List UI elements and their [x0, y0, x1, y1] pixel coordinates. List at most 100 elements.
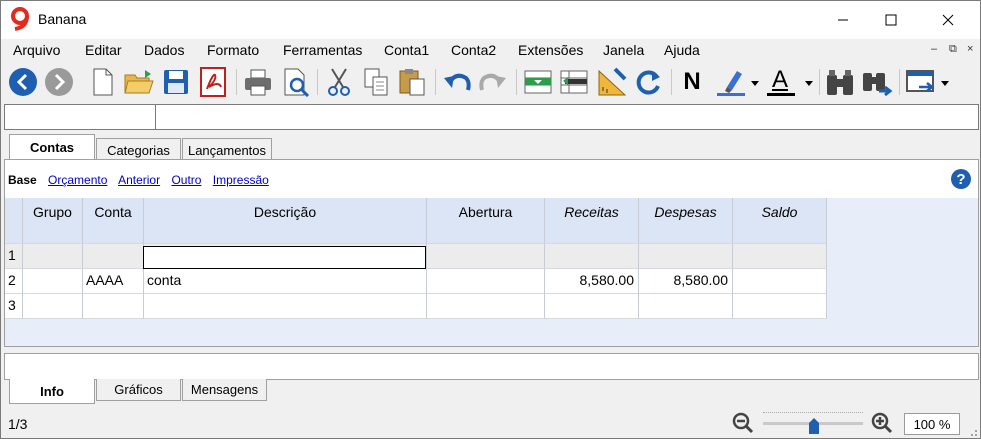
selected-cell-cursor[interactable] — [143, 246, 426, 269]
tab-mensagens[interactable]: Mensagens — [182, 379, 267, 401]
cell-saldo[interactable] — [733, 294, 827, 319]
find-button[interactable] — [823, 65, 857, 99]
highlight-icon — [717, 71, 759, 96]
font-color-button[interactable]: A — [765, 65, 815, 99]
back-button[interactable] — [6, 65, 40, 99]
find-replace-icon — [863, 73, 893, 97]
cell-grupo[interactable] — [23, 244, 83, 269]
zoom-value-field[interactable]: 100 % — [904, 413, 960, 435]
find-replace-button[interactable] — [861, 65, 895, 99]
save-button[interactable] — [159, 65, 193, 99]
cell-receitas[interactable] — [545, 294, 639, 319]
pdf-button[interactable] — [196, 65, 230, 99]
highlight-button[interactable] — [713, 65, 761, 99]
menu-dados[interactable]: Dados — [144, 42, 184, 58]
svg-text:?: ? — [956, 171, 965, 188]
toolbar-separator — [236, 69, 237, 95]
row-number[interactable]: 3 — [5, 294, 23, 319]
cell-abertura[interactable] — [427, 269, 545, 294]
view-outro[interactable]: Outro — [171, 173, 201, 187]
open-button[interactable] — [122, 65, 156, 99]
maximize-button[interactable] — [868, 1, 914, 39]
cell-saldo[interactable] — [733, 269, 827, 294]
copy-button[interactable] — [359, 65, 393, 99]
cell-content-input[interactable] — [161, 109, 971, 127]
zoom-in-icon[interactable] — [871, 412, 893, 434]
cell-receitas[interactable]: 8,580.00 — [545, 269, 639, 294]
cell-receitas[interactable] — [545, 244, 639, 269]
cell-saldo[interactable] — [733, 244, 827, 269]
cell-conta[interactable] — [83, 294, 144, 319]
menu-janela[interactable]: Janela — [603, 42, 644, 58]
grid-empty-area — [827, 244, 978, 319]
menu-extensoes[interactable]: Extensões — [518, 42, 583, 58]
menu-formato[interactable]: Formato — [207, 42, 259, 58]
column-header-conta[interactable]: Conta — [83, 198, 144, 244]
zoom-out-icon[interactable] — [732, 412, 754, 434]
add-row-button[interactable] — [521, 65, 555, 99]
view-impressao[interactable]: Impressão — [213, 173, 269, 187]
column-header-descricao[interactable]: Descrição — [144, 198, 427, 244]
row-number[interactable]: 1 — [5, 244, 23, 269]
cell-abertura[interactable] — [427, 244, 545, 269]
bold-icon: N — [683, 68, 701, 95]
cell-despesas[interactable]: 8,580.00 — [639, 269, 733, 294]
window-layout-button[interactable] — [903, 65, 953, 99]
close-button[interactable] — [925, 1, 971, 39]
delete-row-button[interactable] — [557, 65, 591, 99]
cell-conta[interactable]: AAAA — [83, 269, 144, 294]
column-header-despesas[interactable]: Despesas — [639, 198, 733, 244]
zoom-slider-thumb[interactable] — [808, 417, 820, 435]
bold-button[interactable]: N — [675, 65, 709, 99]
cell-despesas[interactable] — [639, 244, 733, 269]
view-orcamento[interactable]: Orçamento — [48, 173, 107, 187]
cut-button[interactable] — [322, 65, 356, 99]
cell-despesas[interactable] — [639, 294, 733, 319]
banana-logo-icon — [11, 7, 29, 31]
toolbar-separator — [671, 69, 672, 95]
mdi-close-icon[interactable]: × — [967, 43, 973, 55]
menu-conta2[interactable]: Conta2 — [451, 42, 496, 58]
minimize-button[interactable] — [820, 1, 866, 39]
resize-grip-icon[interactable] — [968, 427, 978, 437]
refresh-button[interactable] — [631, 65, 665, 99]
column-header-saldo[interactable]: Saldo — [733, 198, 827, 244]
tab-contas[interactable]: Contas — [9, 134, 95, 160]
redo-button[interactable] — [476, 65, 510, 99]
cell-editor-divider — [155, 105, 156, 129]
cell-conta[interactable] — [83, 244, 144, 269]
tab-info[interactable]: Info — [9, 379, 95, 404]
column-header-grupo[interactable]: Grupo — [23, 198, 83, 244]
mdi-minimize-icon[interactable]: – — [931, 43, 937, 55]
menu-ferramentas[interactable]: Ferramentas — [283, 42, 362, 58]
help-icon[interactable]: ? — [950, 168, 972, 190]
new-file-button[interactable] — [86, 65, 120, 99]
recalculate-button[interactable] — [595, 65, 629, 99]
menu-ajuda[interactable]: Ajuda — [664, 42, 700, 58]
menu-conta1[interactable]: Conta1 — [384, 42, 429, 58]
print-preview-button[interactable] — [279, 65, 313, 99]
mdi-restore-icon[interactable]: ⧉ — [949, 43, 957, 56]
cell-grupo[interactable] — [23, 294, 83, 319]
menu-arquivo[interactable]: Arquivo — [13, 42, 60, 58]
forward-button[interactable] — [42, 65, 76, 99]
cut-icon — [328, 68, 350, 96]
cell-abertura[interactable] — [427, 294, 545, 319]
view-base[interactable]: Base — [8, 173, 37, 187]
undo-button[interactable] — [440, 65, 474, 99]
back-icon — [9, 68, 37, 96]
cell-descricao[interactable]: conta — [144, 269, 427, 294]
column-header-abertura[interactable]: Abertura — [427, 198, 545, 244]
row-number[interactable]: 2 — [5, 269, 23, 294]
print-button[interactable] — [241, 65, 275, 99]
menu-editar[interactable]: Editar — [85, 42, 122, 58]
window-title: Banana — [38, 11, 87, 27]
paste-button[interactable] — [395, 65, 429, 99]
cell-grupo[interactable] — [23, 269, 83, 294]
toolbar-separator — [317, 69, 318, 95]
view-anterior[interactable]: Anterior — [118, 173, 160, 187]
column-header-receitas[interactable]: Receitas — [545, 198, 639, 244]
tab-graficos[interactable]: Gráficos — [96, 379, 181, 401]
cell-descricao[interactable] — [144, 294, 427, 319]
delete-row-icon — [560, 70, 588, 94]
